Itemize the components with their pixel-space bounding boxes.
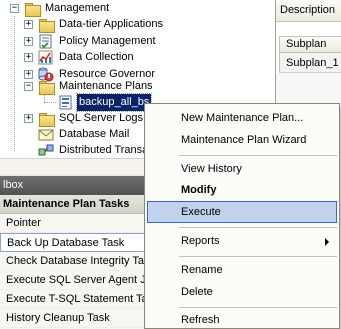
expand-icon[interactable]: + — [24, 114, 33, 123]
menu-item-maintenance-plan-wizard[interactable]: Maintenance Plan Wizard — [147, 129, 337, 151]
subplan-column-header[interactable]: Subplan — [279, 36, 341, 53]
subplan-cell[interactable]: Subplan_1 — [279, 53, 341, 73]
data-collection-icon — [38, 50, 54, 65]
folder-icon — [38, 111, 55, 127]
tree-item-data-tier-applications[interactable]: + Data-tier Applications — [24, 16, 264, 33]
distributed-transaction-icon — [38, 143, 54, 158]
tree-item-label: SQL Server Logs — [59, 112, 143, 124]
folder-icon — [38, 17, 55, 33]
tree-item-management[interactable]: − Management — [10, 0, 210, 17]
menu-separator — [179, 227, 337, 228]
tree-item-label: Policy Management — [59, 35, 156, 47]
context-menu: New Maintenance Plan... Maintenance Plan… — [144, 103, 340, 329]
database-mail-icon — [38, 127, 54, 142]
tree-connector — [14, 16, 15, 151]
menu-item-view-history[interactable]: View History — [147, 158, 337, 180]
tree-item-label: Management — [45, 2, 110, 14]
menu-item-refresh[interactable]: Refresh — [147, 309, 337, 329]
tree-item-policy-management[interactable]: + Policy Management — [24, 33, 264, 50]
submenu-arrow-icon — [325, 238, 329, 246]
tree-item-label: Maintenance Plans — [59, 80, 153, 92]
tree-item-label: Data Collection — [59, 51, 134, 63]
menu-item-reports[interactable]: Reports — [147, 230, 337, 252]
tree-item-maintenance-plans[interactable]: − Maintenance Plans — [24, 78, 264, 95]
collapse-icon[interactable]: − — [24, 82, 33, 91]
menu-separator — [179, 307, 337, 308]
collapse-icon[interactable]: − — [10, 4, 19, 13]
tree-item-label: backup_all_bs — [75, 93, 153, 112]
folder-icon — [38, 79, 55, 95]
description-column-header[interactable]: Description — [276, 0, 341, 22]
tree-item-label: Data-tier Applications — [59, 18, 163, 30]
menu-separator — [179, 155, 337, 156]
policy-icon — [38, 34, 54, 49]
maintenance-plan-icon — [58, 95, 74, 110]
expand-icon[interactable]: + — [24, 20, 33, 29]
tree-item-label: Distributed Transa — [59, 144, 149, 156]
menu-item-execute[interactable]: Execute — [147, 201, 337, 223]
tree-item-backup-all-bs[interactable]: backup_all_bs — [44, 93, 154, 112]
tree-item-data-collection[interactable]: + Data Collection — [24, 49, 264, 66]
menu-item-new-maintenance-plan[interactable]: New Maintenance Plan... — [147, 107, 337, 129]
menu-item-delete[interactable]: Delete — [147, 281, 337, 303]
folder-icon — [24, 1, 41, 17]
menu-item-label: Reports — [181, 235, 220, 247]
tree-item-label: Database Mail — [59, 128, 130, 140]
menu-separator — [179, 256, 337, 257]
menu-item-modify[interactable]: Modify — [147, 179, 337, 201]
menu-item-rename[interactable]: Rename — [147, 259, 337, 281]
expand-icon[interactable]: + — [24, 37, 33, 46]
expand-icon[interactable]: + — [24, 53, 33, 62]
